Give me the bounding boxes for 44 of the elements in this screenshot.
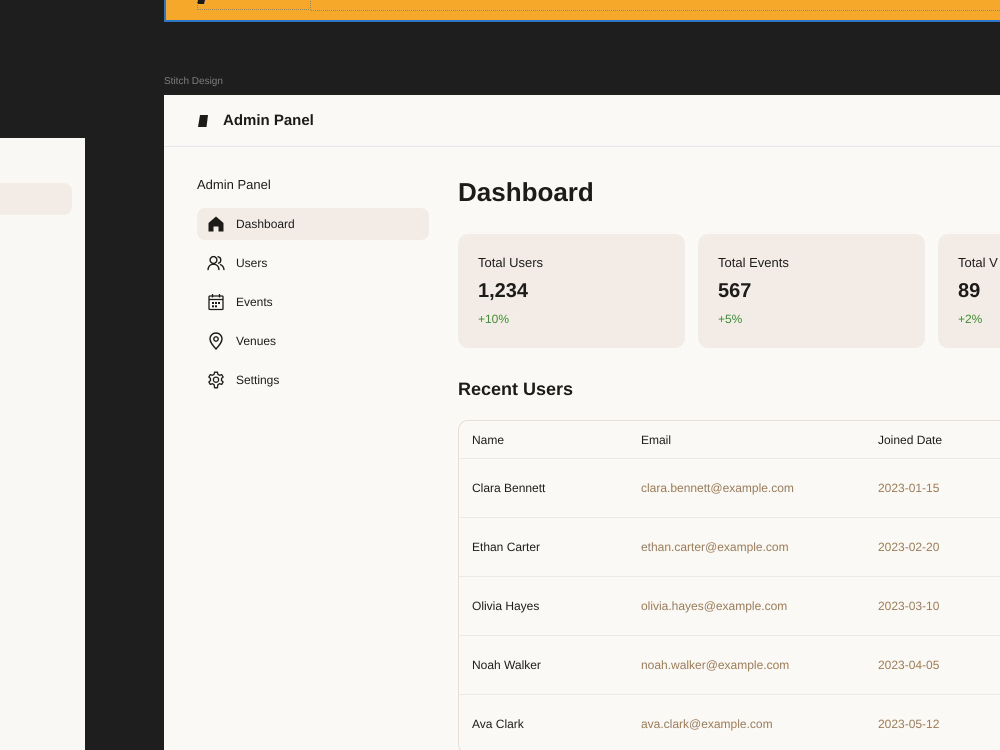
home-icon [207,215,225,233]
table-cell-text: Ava Clark [471,717,524,731]
stat-value: 89 [958,279,980,303]
sidebar-item[interactable]: Settings [197,364,429,396]
table-cell-text: 2023-01-15 [877,481,940,495]
sidebar-title: Admin Panel [197,176,272,194]
users-icon [207,254,225,272]
app-title: Admin Panel [223,112,314,130]
stat-value: 1,234 [478,279,528,303]
stat-value: 567 [718,279,752,303]
table-cell-text: olivia.hayes@example.com [640,599,788,613]
stat-label: Total V [958,255,998,271]
sidebar-item[interactable]: Venues [197,325,429,357]
column-header: Email [640,432,672,446]
stat-change: +10% [478,311,510,327]
column-header: Joined Date [877,432,942,446]
table-cell-text: Noah Walker [471,658,541,672]
logo-icon [198,114,208,126]
logo-icon [197,0,205,4]
table-cell-text: 2023-04-05 [877,658,940,672]
table-cell-text: clara.bennett@example.com [640,481,794,495]
sidebar-item[interactable]: Users [197,247,429,279]
table-cell-text: ethan.carter@example.com [640,540,789,554]
location-pin-icon [207,332,225,350]
section-title: Recent Users [458,378,574,400]
calendar-icon [207,293,225,311]
table-cell-text: Clara Bennett [471,481,546,495]
column-header: Name [471,432,504,446]
stat-change: +5% [718,311,742,327]
settings-icon [207,371,225,389]
frame-label: Stitch Design [164,76,223,88]
stat-label: Total Users [478,255,544,271]
table-cell-text: ava.clark@example.com [640,717,773,731]
sidebar-item[interactable]: Dashboard [197,208,429,240]
table-cell-text: Ethan Carter [471,540,540,554]
page-title: Dashboard [458,176,595,208]
table-cell-text: 2023-02-20 [877,540,940,554]
table-cell-text: noah.walker@example.com [640,658,790,672]
table-cell-text: 2023-03-10 [877,599,940,613]
stat-label: Total Events [718,255,789,271]
table-cell-text: Olivia Hayes [471,599,540,613]
sidebar-item[interactable]: Events [197,286,429,318]
table-cell-text: 2023-05-12 [877,717,940,731]
stat-change: +2% [958,311,982,327]
